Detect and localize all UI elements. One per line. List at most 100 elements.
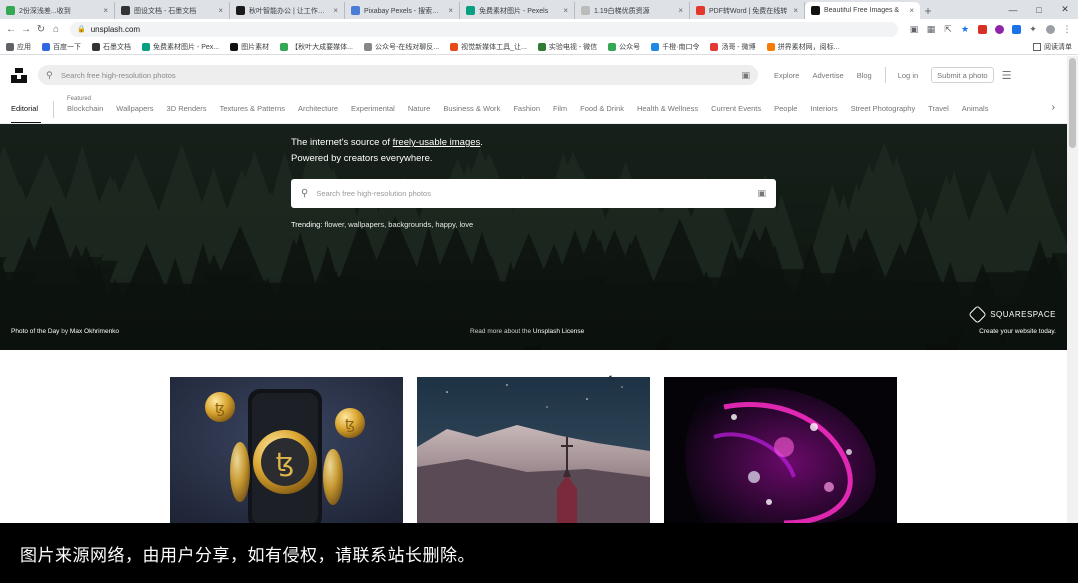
browser-tab[interactable]: 1.19白梯优质资源 × xyxy=(575,2,690,19)
tab-close-icon[interactable]: × xyxy=(448,6,453,15)
topic-item[interactable]: Textures & Patterns xyxy=(220,104,285,113)
topic-item[interactable]: Architecture xyxy=(298,104,338,113)
freely-usable-link[interactable]: freely-usable images xyxy=(393,137,481,148)
browser-tab[interactable]: PDF转Word | 免费在线转 × xyxy=(690,2,805,19)
bookmark-star-icon[interactable]: ★ xyxy=(958,22,972,36)
bookmark-item[interactable]: 公众号-在线对聊反... xyxy=(363,42,439,52)
hamburger-menu-icon[interactable]: ☰ xyxy=(1002,69,1012,82)
submit-photo-button[interactable]: Submit a photo xyxy=(931,67,994,83)
back-icon[interactable]: ← xyxy=(4,22,18,36)
bookmark-item[interactable]: 千橙·南口令 xyxy=(651,42,699,52)
bookmark-item[interactable]: 视觉新媒体工具_让... xyxy=(450,42,527,52)
topic-item[interactable]: Business & Work xyxy=(443,104,500,113)
topic-item[interactable]: Health & Wellness xyxy=(637,104,698,113)
topic-item[interactable]: Fashion xyxy=(513,104,540,113)
hero-visual-search-icon[interactable]: ▣ xyxy=(757,188,766,199)
browser-tab[interactable]: 2份深浅差...收到 × xyxy=(0,2,115,19)
browser-tab[interactable]: 秋叶智能办公 | 让工作轻松 × xyxy=(230,2,345,19)
nav-explore[interactable]: Explore xyxy=(774,71,799,80)
credit-by: by xyxy=(61,328,69,335)
hero-search-input[interactable]: ⚲ Search free high-resolution photos ▣ xyxy=(291,179,776,208)
topic-item[interactable]: Nature xyxy=(408,104,431,113)
scrollbar-thumb[interactable] xyxy=(1069,58,1076,148)
photo-card-chapel[interactable] xyxy=(417,377,650,523)
translate-icon[interactable]: ▦ xyxy=(924,22,938,36)
screenshot-icon[interactable]: ▣ xyxy=(907,22,921,36)
tab-close-icon[interactable]: × xyxy=(333,6,338,15)
extension-color-icon[interactable] xyxy=(992,22,1006,36)
tab-close-icon[interactable]: × xyxy=(678,6,683,15)
tab-close-icon[interactable]: × xyxy=(103,6,108,15)
bookmark-item[interactable]: 免费素材图片 - Pex... xyxy=(142,42,219,52)
topic-item[interactable]: Film xyxy=(553,104,567,113)
header-search-input[interactable]: ⚲ Search free high-resolution photos ▣ xyxy=(38,65,758,85)
bookmark-item[interactable]: 【秋叶大成要媒体... xyxy=(280,42,353,52)
maximize-icon[interactable]: □ xyxy=(1026,0,1052,19)
topic-item[interactable]: Wallpapers xyxy=(116,104,153,113)
bookmark-item[interactable]: 汤哥 - 微博 xyxy=(710,42,756,52)
visual-search-icon[interactable]: ▣ xyxy=(741,70,750,81)
svg-text:ꜩ: ꜩ xyxy=(276,448,294,478)
topic-item[interactable]: Travel xyxy=(928,104,949,113)
reading-list[interactable]: 阅读清单 xyxy=(1033,42,1072,52)
topic-item[interactable]: People xyxy=(774,104,797,113)
extension-blue-icon[interactable] xyxy=(1009,22,1023,36)
share-icon[interactable]: ⇱ xyxy=(941,22,955,36)
home-icon[interactable]: ⌂ xyxy=(49,22,63,36)
browser-tab[interactable]: 图设文档 - 石墨文档 × xyxy=(115,2,230,19)
topic-item[interactable]: 3D Renders xyxy=(167,104,207,113)
unsplash-logo-icon[interactable] xyxy=(10,66,28,84)
bookmark-item[interactable]: 拼界素材网，阅标... xyxy=(766,42,840,52)
bookmark-item[interactable]: 公众号 xyxy=(608,42,640,52)
profile-avatar-icon[interactable] xyxy=(1043,22,1057,36)
bookmark-item[interactable]: 图片素材 xyxy=(230,42,269,52)
photo-of-the-day-link[interactable]: Photo of the Day xyxy=(11,328,59,335)
topic-item[interactable]: Current Events xyxy=(711,104,761,113)
extensions-puzzle-icon[interactable]: ✦ xyxy=(1026,22,1040,36)
squarespace-sponsor[interactable]: SQUARESPACE xyxy=(968,305,1056,324)
bookmark-item[interactable]: 百度一下 xyxy=(42,42,81,52)
topic-item[interactable]: Food & Drink xyxy=(580,104,624,113)
close-window-icon[interactable]: ✕ xyxy=(1052,0,1078,19)
forward-icon[interactable]: → xyxy=(19,22,33,36)
tab-close-icon[interactable]: × xyxy=(563,6,568,15)
hero-forest-image xyxy=(0,124,1067,350)
page-scrollbar[interactable] xyxy=(1067,56,1078,523)
hero-section: The internet's source of freely-usable i… xyxy=(0,124,1067,350)
bookmark-item[interactable]: 实验电视 - 微信 xyxy=(537,42,597,52)
new-tab-icon[interactable]: + xyxy=(920,2,936,19)
extension-red-icon[interactable] xyxy=(975,22,989,36)
topic-editorial[interactable]: Editorial xyxy=(11,104,38,113)
tab-close-icon[interactable]: × xyxy=(909,6,914,15)
browser-tab[interactable]: Beautiful Free Images & × xyxy=(805,2,920,19)
reload-icon[interactable]: ↻ xyxy=(34,22,48,36)
photo-author-link[interactable]: Max Okhrimenko xyxy=(70,328,119,335)
topic-item[interactable]: Blockchain xyxy=(67,104,103,113)
bookmark-item[interactable]: 应用 xyxy=(6,42,31,52)
topic-item[interactable]: Animals xyxy=(962,104,989,113)
trending-items[interactable]: flower, wallpapers, backgrounds, happy, … xyxy=(325,220,474,229)
topic-item[interactable]: Street Photography xyxy=(851,104,916,113)
bookmark-item[interactable]: 石墨文档 xyxy=(92,42,131,52)
tab-label: 秋叶智能办公 | 让工作轻松 xyxy=(249,7,330,15)
minimize-icon[interactable]: — xyxy=(1000,0,1026,19)
topic-item[interactable]: Interiors xyxy=(810,104,837,113)
nav-blog[interactable]: Blog xyxy=(857,71,872,80)
photo-card-abstract[interactable] xyxy=(664,377,897,523)
hero-line1-pre: The internet's source of xyxy=(291,137,393,148)
tab-close-icon[interactable]: × xyxy=(793,6,798,15)
browser-menu-icon[interactable]: ⋮ xyxy=(1060,22,1074,36)
photo-card-coins[interactable]: ꜩ ꜩ ꜩ xyxy=(170,377,403,523)
topic-item[interactable]: Experimental xyxy=(351,104,395,113)
nav-advertise[interactable]: Advertise xyxy=(812,71,843,80)
bookmark-favicon-icon xyxy=(608,42,617,51)
address-bar[interactable]: 🔒 unsplash.com xyxy=(70,21,898,37)
browser-tab[interactable]: Pixabay Pexels - 搜索结果 × xyxy=(345,2,460,19)
tab-close-icon[interactable]: × xyxy=(218,6,223,15)
chevron-right-icon[interactable]: › xyxy=(1052,102,1055,113)
login-link[interactable]: Log in xyxy=(898,71,918,80)
photo-grid: ꜩ ꜩ ꜩ xyxy=(0,350,1067,523)
sponsor-tagline[interactable]: Create your website today. xyxy=(979,328,1056,335)
unsplash-license-link[interactable]: Unsplash License xyxy=(533,328,584,335)
browser-tab[interactable]: 免费素材图片 - Pexels × xyxy=(460,2,575,19)
